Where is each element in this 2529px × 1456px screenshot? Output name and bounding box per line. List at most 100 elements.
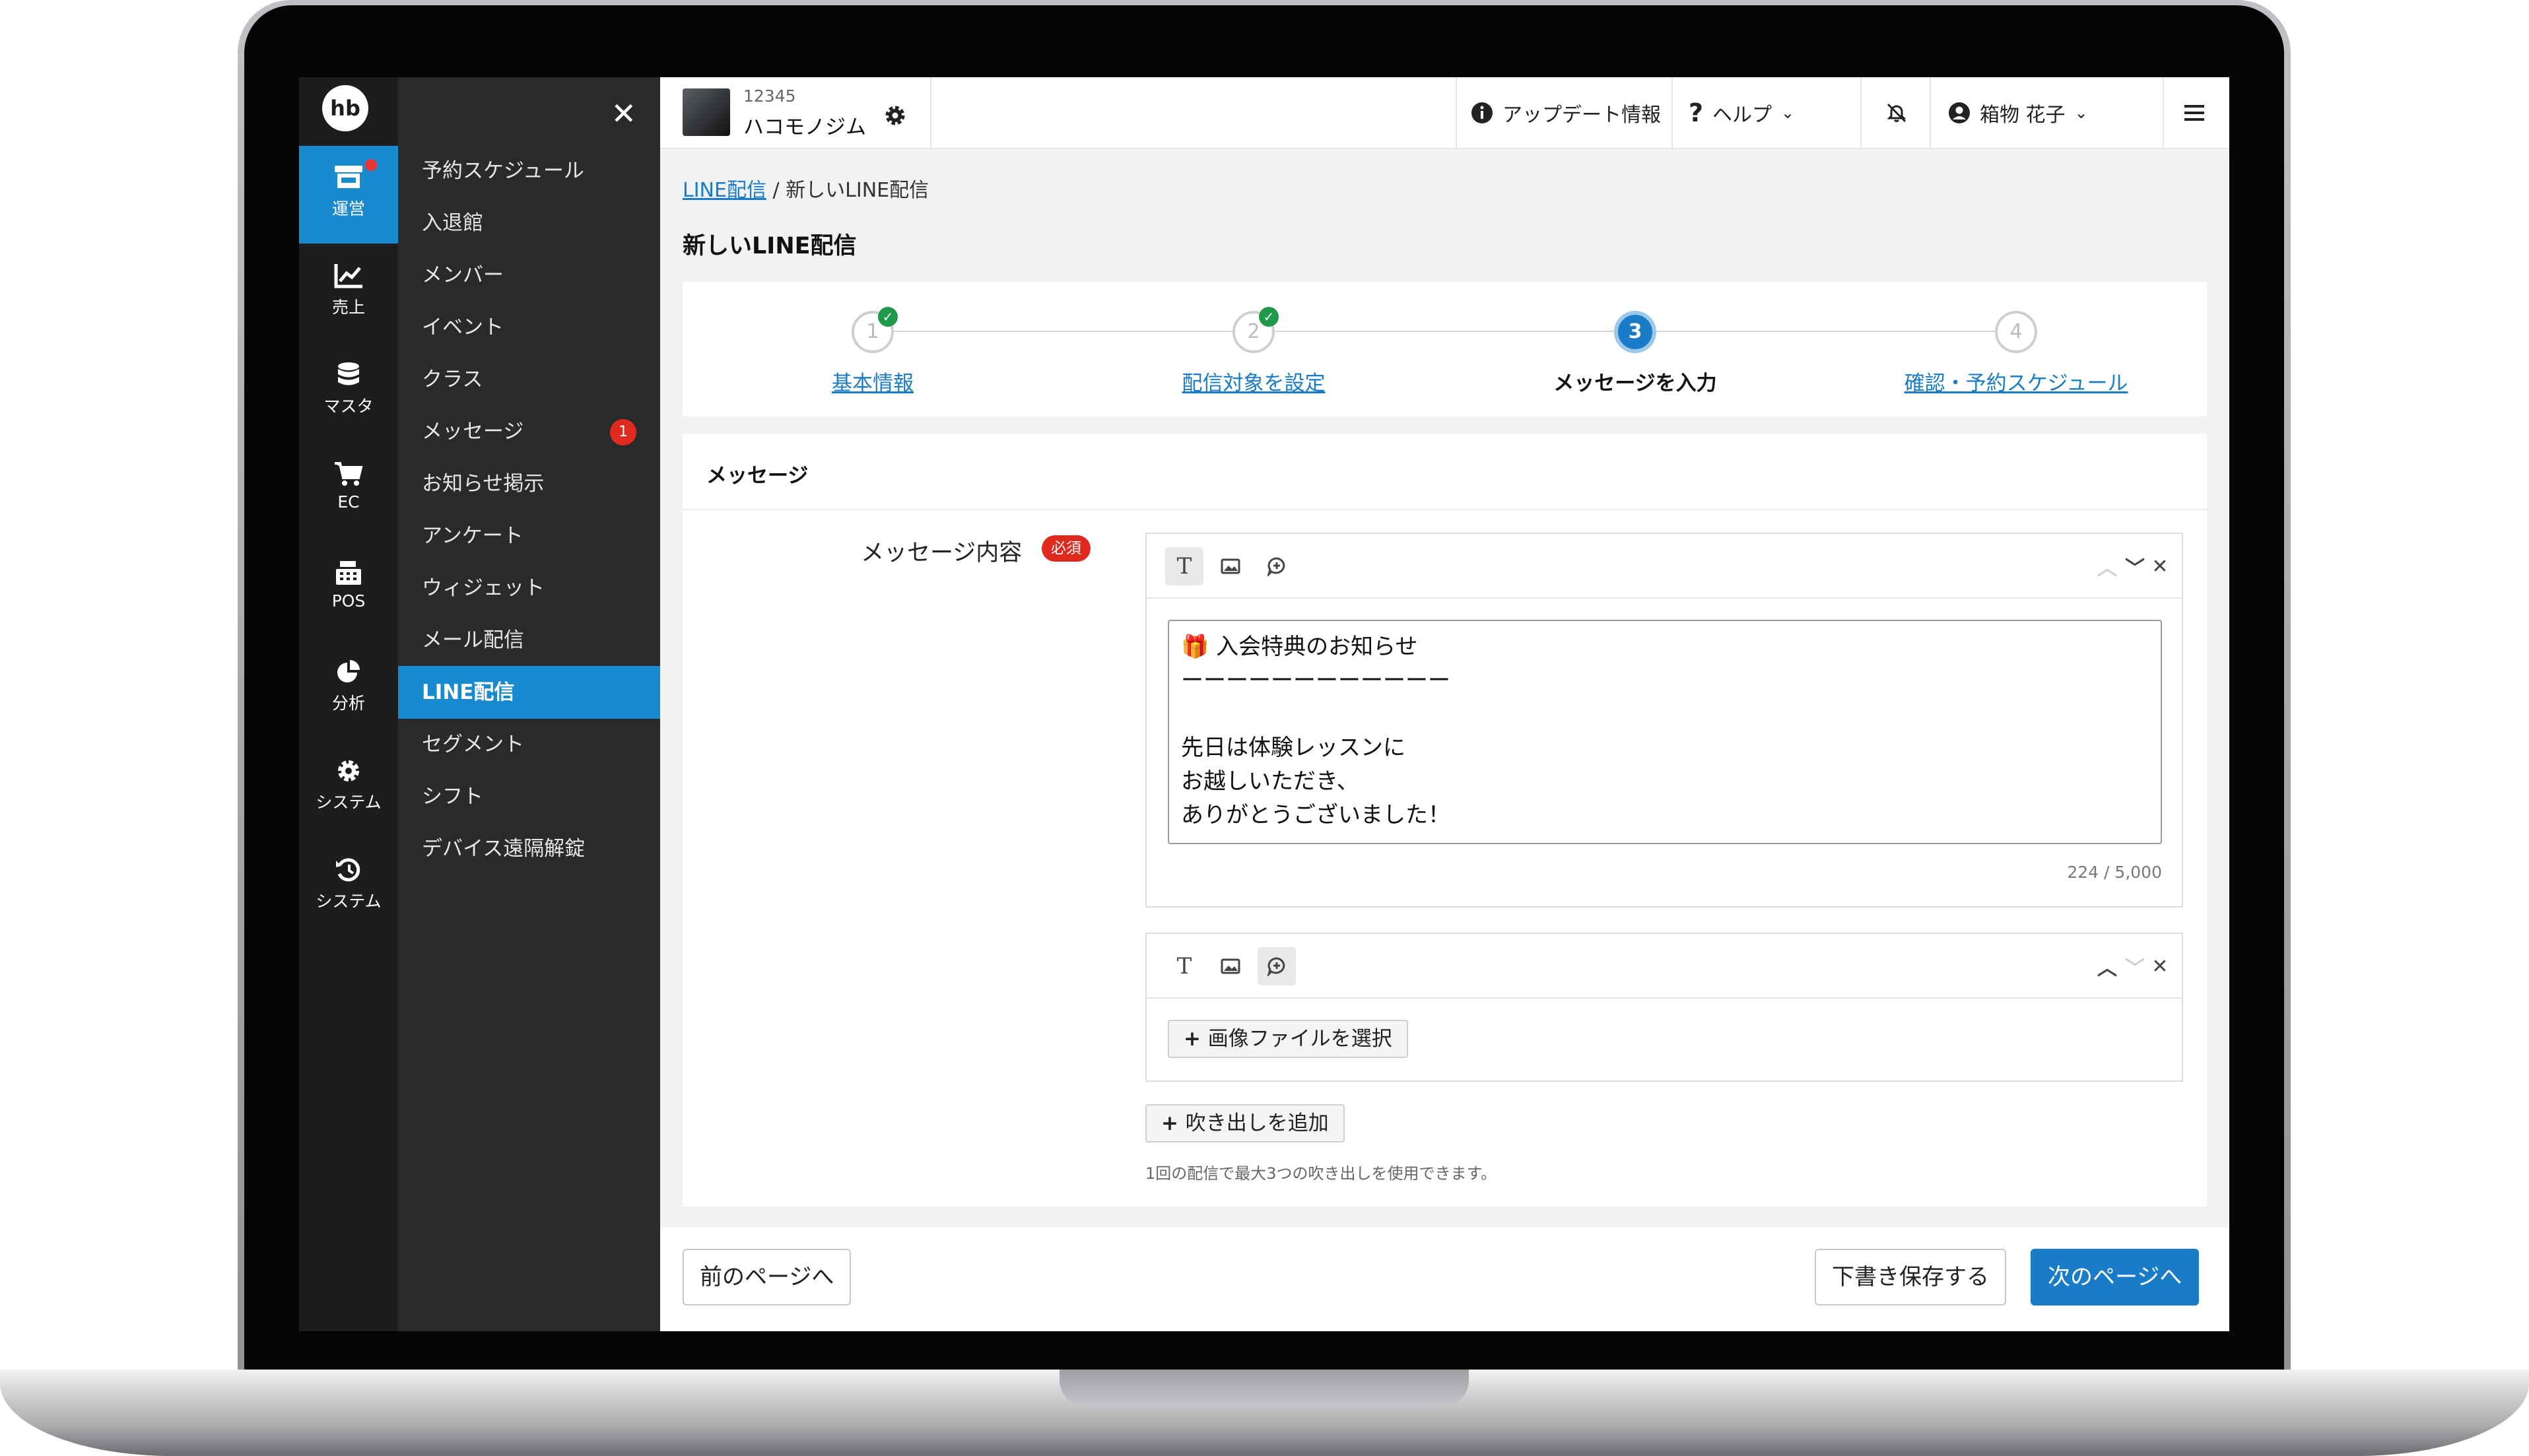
- footer-bar: 前のページへ 下書き保存する 次のページへ: [660, 1228, 2229, 1331]
- rail-item-system[interactable]: システム: [299, 739, 398, 837]
- question-icon: ?: [1689, 98, 1704, 127]
- close-icon[interactable]: ✕: [611, 98, 636, 129]
- hamburger-icon: [2184, 104, 2204, 121]
- user-circle-icon: [1949, 102, 1970, 123]
- menu-item-check-in[interactable]: 入退館: [398, 197, 660, 249]
- chevron-up-icon: ︿: [2097, 957, 2117, 980]
- step-number: 2: [1247, 320, 1260, 343]
- delete-bubble-button[interactable]: ✕: [2141, 547, 2179, 585]
- breadcrumb: LINE配信 / 新しいLINE配信: [683, 174, 929, 203]
- step-number: 1: [866, 320, 879, 343]
- app-screen: hb 運営 売上 マスタ EC POS 分析 システム システム ✕ 予約スケジ…: [299, 77, 2229, 1331]
- unread-badge: 1: [610, 419, 636, 446]
- step-target[interactable]: 2 ✓ 配信対象を設定: [1095, 307, 1412, 396]
- breadcrumb-link-line[interactable]: LINE配信: [683, 179, 766, 202]
- hamburger-menu-button[interactable]: [2183, 77, 2206, 148]
- pie-chart-icon: [337, 660, 360, 682]
- store-icon: [335, 166, 362, 188]
- help-label: ヘルプ: [1712, 103, 1772, 127]
- page-title: 新しいLINE配信: [683, 233, 857, 259]
- add-bubble-button[interactable]: + 吹き出しを追加: [1145, 1104, 1345, 1142]
- gym-thumbnail[interactable]: [683, 88, 730, 136]
- breadcrumb-current: 新しいLINE配信: [786, 179, 929, 202]
- menu-item-members[interactable]: メンバー: [398, 249, 660, 302]
- rail-item-pos[interactable]: POS: [299, 541, 398, 639]
- menu-item-notices[interactable]: お知らせ掲示: [398, 457, 660, 510]
- rail-item-label: システム: [316, 793, 382, 812]
- step-label: 基本情報: [832, 372, 914, 395]
- bubble-toolbar: T ︿ ﹀ ✕: [1147, 534, 2182, 599]
- sticker-type-button[interactable]: [1258, 547, 1296, 585]
- save-draft-button[interactable]: 下書き保存する: [1815, 1249, 2006, 1306]
- user-menu[interactable]: 箱物 花子 ⌄: [1948, 77, 2088, 148]
- message-bubble-1: T ︿ ﹀ ✕ 🎁 入会特典のお知らせ ーーーーーーーーーーーー 先日は体験レッ…: [1145, 533, 2183, 908]
- rail-item-label: 分析: [331, 694, 365, 713]
- rail-item-master[interactable]: マスタ: [299, 343, 398, 441]
- rail-item-analytics[interactable]: 分析: [299, 640, 398, 738]
- menu-item-messages[interactable]: メッセージ 1: [398, 405, 660, 458]
- step-circle: 2 ✓: [1232, 307, 1279, 353]
- brand-logo[interactable]: hb: [322, 85, 368, 131]
- icon-rail: hb 運営 売上 マスタ EC POS 分析 システム システム: [299, 77, 398, 1331]
- cart-icon: [335, 462, 363, 486]
- menu-item-surveys[interactable]: アンケート: [398, 510, 660, 562]
- text-icon: T: [1176, 553, 1192, 579]
- divider: [1930, 77, 1931, 148]
- laptop-notch: [1060, 1370, 1469, 1406]
- rail-item-sales[interactable]: 売上: [299, 244, 398, 342]
- menu-item-remote-unlock[interactable]: デバイス遠隔解錠: [398, 822, 660, 875]
- prev-page-button[interactable]: 前のページへ: [683, 1249, 852, 1306]
- menu-item-classes[interactable]: クラス: [398, 353, 660, 406]
- menu-item-reservation-schedule[interactable]: 予約スケジュール: [398, 145, 660, 197]
- stepper-line: [873, 331, 2016, 332]
- image-type-button[interactable]: [1211, 947, 1250, 985]
- notifications-muted-button[interactable]: [1885, 77, 1908, 148]
- menu-item-email[interactable]: メール配信: [398, 614, 660, 667]
- next-page-button[interactable]: 次のページへ: [2031, 1249, 2200, 1306]
- help-dropdown[interactable]: ? ヘルプ ⌄: [1689, 77, 1794, 148]
- menu-item-widgets[interactable]: ウィジェット: [398, 562, 660, 614]
- menu-item-events[interactable]: イベント: [398, 301, 660, 354]
- divider: [1456, 77, 1457, 148]
- update-info-button[interactable]: アップデート情報: [1471, 77, 1661, 148]
- rail-item-operations[interactable]: 運営: [299, 146, 398, 244]
- info-icon: [1471, 102, 1493, 123]
- chevron-up-icon: ︿: [2097, 557, 2117, 580]
- gym-settings-gear-icon[interactable]: [883, 104, 907, 127]
- rail-item-system-history[interactable]: システム: [299, 838, 398, 936]
- bubble-limit-note: 1回の配信で最大3つの吹き出しを使用できます。: [1145, 1164, 1497, 1183]
- image-type-button[interactable]: [1211, 547, 1250, 585]
- plus-icon: +: [1161, 1111, 1186, 1135]
- progress-stepper: 1 ✓ 基本情報 2 ✓ 配信対象を設定 3 メッセージを入力 4 確認・予約スケジ…: [683, 282, 2207, 416]
- message-card: メッセージ メッセージ内容 必須 T ︿ ﹀ ✕ 🎁 入会特典のお知らせ ーーー…: [683, 434, 2207, 1207]
- top-bar: 12345 ハコモノジム アップデート情報 ? ヘルプ ⌄ 箱物 花子 ⌄: [660, 77, 2229, 149]
- step-label: メッセージを入力: [1553, 372, 1717, 395]
- update-info-label: アップデート情報: [1502, 103, 1661, 127]
- step-basic-info[interactable]: 1 ✓ 基本情報: [714, 307, 1031, 396]
- menu-item-shifts[interactable]: シフト: [398, 770, 660, 823]
- close-icon: ✕: [2151, 954, 2169, 978]
- menu-item-segments[interactable]: セグメント: [398, 718, 660, 771]
- card-header: メッセージ: [683, 434, 2207, 510]
- message-textarea[interactable]: 🎁 入会特典のお知らせ ーーーーーーーーーーーー 先日は体験レッスンに お越しい…: [1168, 620, 2162, 844]
- rail-item-label: 売上: [331, 298, 365, 317]
- rail-item-label: マスタ: [323, 397, 374, 416]
- sticker-type-button[interactable]: [1258, 947, 1296, 985]
- step-confirm[interactable]: 4 確認・予約スケジュール: [1858, 311, 2175, 396]
- chart-line-icon: [334, 264, 362, 288]
- delete-bubble-button[interactable]: ✕: [2141, 947, 2179, 985]
- rail-item-ec[interactable]: EC: [299, 442, 398, 540]
- rail-item-label: 運営: [331, 199, 365, 218]
- menu-item-line[interactable]: LINE配信: [398, 666, 660, 719]
- text-type-button[interactable]: T: [1165, 947, 1203, 985]
- divider: [1671, 77, 1673, 148]
- notification-dot: [365, 159, 377, 171]
- check-icon: ✓: [1259, 307, 1279, 327]
- menu-item-label: メッセージ: [422, 420, 524, 444]
- step-number: 3: [1628, 320, 1642, 343]
- check-icon: ✓: [878, 307, 898, 327]
- select-image-button[interactable]: + 画像ファイルを選択: [1168, 1020, 1408, 1058]
- text-type-button[interactable]: T: [1165, 547, 1203, 585]
- select-image-label: 画像ファイルを選択: [1207, 1027, 1392, 1051]
- rail-item-label: システム: [316, 892, 382, 911]
